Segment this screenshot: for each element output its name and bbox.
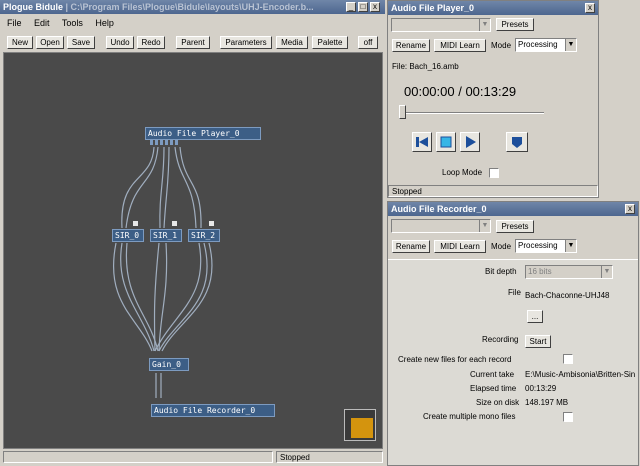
file-value: Bach-Chaconne-UHJ48 xyxy=(525,291,610,300)
player-mode-label: Mode xyxy=(491,41,512,50)
player-window: Audio File Player_0 x ▼ Presets Rename M… xyxy=(387,0,599,198)
elapsed-time-value: 00:13:29 xyxy=(525,384,557,393)
redo-button[interactable]: Redo xyxy=(137,36,165,49)
elapsed-time-label: Elapsed time xyxy=(470,384,517,393)
chevron-down-icon: ▼ xyxy=(601,266,612,278)
main-window: Plogue Bidule | C:\Program Files\Plogue\… xyxy=(0,0,385,466)
new-files-checkbox[interactable] xyxy=(563,354,573,364)
off-button[interactable]: off xyxy=(358,36,378,49)
navigator-thumbnail[interactable] xyxy=(344,409,376,441)
node-gain[interactable]: Gain_0 xyxy=(149,358,189,371)
main-status: Stopped xyxy=(276,451,383,463)
eject-button[interactable] xyxy=(506,132,528,152)
player-file-label: File: Bach_16.amb xyxy=(392,62,459,71)
recorder-window: Audio File Recorder_0 x ▼ Presets Rename… xyxy=(387,201,639,466)
navigator-viewport[interactable] xyxy=(351,418,373,438)
chevron-down-icon: ▼ xyxy=(479,19,490,31)
recorder-presets-button[interactable]: Presets xyxy=(496,220,534,233)
open-button[interactable]: Open xyxy=(36,36,64,49)
main-titlebar: Plogue Bidule | C:\Program Files\Plogue\… xyxy=(0,0,385,14)
save-button[interactable]: Save xyxy=(67,36,95,49)
mono-files-checkbox[interactable] xyxy=(563,412,573,422)
player-close-button[interactable]: x xyxy=(585,3,595,13)
player-presets-button[interactable]: Presets xyxy=(496,18,534,31)
size-on-disk-value: 148.197 MB xyxy=(525,398,569,407)
bit-depth-value: 16 bits xyxy=(528,267,552,276)
menu-tools[interactable]: Tools xyxy=(62,18,83,28)
player-seek-track[interactable] xyxy=(400,112,544,114)
media-button[interactable]: Media xyxy=(276,36,308,49)
parent-button[interactable]: Parent xyxy=(176,36,210,49)
menu-file[interactable]: File xyxy=(7,18,22,28)
player-rename-button[interactable]: Rename xyxy=(392,39,430,52)
menu-bar: File Edit Tools Help xyxy=(7,18,124,28)
record-start-button[interactable]: Start xyxy=(525,335,551,348)
bit-depth-select[interactable]: 16 bits ▼ xyxy=(525,265,613,279)
parameters-button[interactable]: Parameters xyxy=(220,36,272,49)
recording-label: Recording xyxy=(482,335,519,344)
player-midi-learn-button[interactable]: MIDI Learn xyxy=(434,39,486,52)
recorder-mode-select[interactable]: Processing ▼ xyxy=(515,239,577,253)
main-status-left xyxy=(3,451,273,463)
sir0-port xyxy=(133,221,138,226)
patch-canvas[interactable]: Audio File Player_0 SIR_0 SIR_1 SIR_2 Ga… xyxy=(3,52,383,449)
node-sir-0[interactable]: SIR_0 xyxy=(112,229,144,242)
new-files-label: Create new files for each record xyxy=(398,355,512,364)
size-on-disk-label: Size on disk xyxy=(476,398,520,407)
player-time-display: 00:00:00 / 00:13:29 xyxy=(404,84,517,99)
palette-button[interactable]: Palette xyxy=(312,36,348,49)
patch-wires xyxy=(112,146,213,398)
recorder-rename-button[interactable]: Rename xyxy=(392,240,430,253)
recorder-midi-learn-button[interactable]: MIDI Learn xyxy=(434,240,486,253)
player-preset-select[interactable]: ▼ xyxy=(391,18,491,32)
player-seek-thumb[interactable] xyxy=(399,105,406,119)
undo-button[interactable]: Undo xyxy=(106,36,134,49)
stop-button[interactable] xyxy=(436,132,456,152)
menu-edit[interactable]: Edit xyxy=(34,18,50,28)
close-button[interactable]: x xyxy=(370,2,380,12)
node-sir-2[interactable]: SIR_2 xyxy=(188,229,220,242)
player-loop-checkbox[interactable] xyxy=(489,168,499,178)
stop-icon xyxy=(440,136,452,148)
recorder-preset-select[interactable]: ▼ xyxy=(391,219,491,233)
player-mode-select[interactable]: Processing ▼ xyxy=(515,38,577,52)
bit-depth-label: Bit depth xyxy=(485,267,517,276)
mono-files-label: Create multiple mono files xyxy=(423,412,516,421)
sir2-port xyxy=(209,221,214,226)
recorder-mode-value: Processing xyxy=(518,241,558,250)
current-take-label: Current take xyxy=(470,370,515,379)
main-title: Plogue Bidule xyxy=(3,2,64,12)
player-status: Stopped xyxy=(388,185,598,197)
recorder-mode-label: Mode xyxy=(491,242,512,251)
menu-help[interactable]: Help xyxy=(95,18,114,28)
chevron-down-icon: ▼ xyxy=(479,220,490,232)
player-titlebar: Audio File Player_0 xyxy=(388,1,598,15)
minimize-button[interactable]: _ xyxy=(346,2,356,12)
node-audio-file-player[interactable]: Audio File Player_0 xyxy=(145,127,261,140)
sir1-port xyxy=(172,221,177,226)
maximize-button[interactable]: □ xyxy=(358,2,368,12)
player-loop-label: Loop Mode xyxy=(442,168,483,177)
node-audio-file-recorder[interactable]: Audio File Recorder_0 xyxy=(151,404,275,417)
browse-button[interactable]: ... xyxy=(527,310,543,323)
main-title-path: | C:\Program Files\Plogue\Bidule\layouts… xyxy=(63,2,314,12)
rewind-button[interactable] xyxy=(412,132,432,152)
chevron-down-icon: ▼ xyxy=(565,240,576,252)
file-label: File xyxy=(508,288,521,297)
player-mode-value: Processing xyxy=(518,40,558,49)
node-sir-1[interactable]: SIR_1 xyxy=(150,229,182,242)
player-output-ports xyxy=(150,140,180,145)
recorder-close-button[interactable]: x xyxy=(625,204,635,214)
new-button[interactable]: New xyxy=(7,36,33,49)
recorder-titlebar: Audio File Recorder_0 xyxy=(388,202,638,216)
eject-icon xyxy=(512,137,522,148)
play-icon xyxy=(466,136,476,148)
play-button[interactable] xyxy=(460,132,480,152)
current-take-value: E:\Music-Ambisonia\Britten-Sin xyxy=(525,370,636,379)
rewind-icon xyxy=(416,137,428,147)
chevron-down-icon: ▼ xyxy=(565,39,576,51)
